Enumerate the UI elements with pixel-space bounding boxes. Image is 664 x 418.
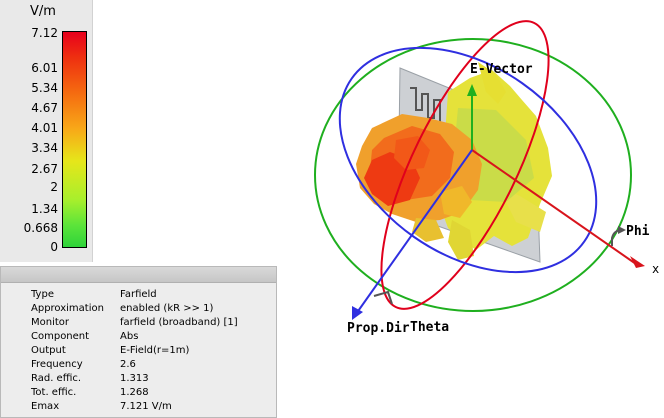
info-row: Output E-Field(r=1m) (31, 344, 238, 358)
colorbar-tick: 0 (50, 240, 58, 254)
colorbar-tick: 2 (50, 180, 58, 194)
colorbar-tick: 2.67 (31, 162, 58, 176)
info-row: Approximation enabled (kR >> 1) (31, 302, 238, 316)
theta-label: Theta (410, 320, 450, 335)
info-row: Rad. effic. 1.313 (31, 372, 238, 386)
info-value: Farfield (120, 289, 157, 300)
info-row: Frequency 2.6 (31, 358, 238, 372)
info-key: Component (31, 331, 90, 342)
colorbar-tick: 0.668 (23, 221, 58, 235)
info-key: Type (31, 289, 54, 300)
phi-marker-arrowhead (618, 226, 626, 234)
info-key: Frequency (31, 359, 83, 370)
info-key: Approximation (31, 303, 104, 314)
info-value: enabled (kR >> 1) (120, 303, 214, 314)
info-row: Type Farfield (31, 288, 238, 302)
colorbar-gradient (62, 31, 87, 248)
info-table: Type Farfield Approximation enabled (kR >>… (31, 288, 238, 414)
info-row: Component Abs (31, 330, 238, 344)
colorbar-tick: 7.12 (31, 26, 58, 40)
farfield-info-panel: Type Farfield Approximation enabled (kR >>… (0, 266, 277, 418)
colorbar-tick: 5.34 (31, 81, 58, 95)
info-value: 1.268 (120, 387, 149, 398)
info-key: Monitor (31, 317, 70, 328)
info-key: Rad. effic. (31, 373, 82, 384)
info-value: farfield (broadband) [1] (120, 317, 238, 328)
colorbar-unit: V/m (30, 4, 56, 19)
info-row: Emax 7.121 V/m (31, 400, 238, 414)
phi-label: Phi (626, 224, 650, 239)
info-value: 1.313 (120, 373, 149, 384)
colorbar-tick: 1.34 (31, 202, 58, 216)
info-row: Monitor farfield (broadband) [1] (31, 316, 238, 330)
info-key: Emax (31, 401, 60, 412)
info-row: Tot. effic. 1.268 (31, 386, 238, 400)
info-value: E-Field(r=1m) (120, 345, 190, 356)
info-key: Tot. effic. (31, 387, 77, 398)
info-value: Abs (120, 331, 139, 342)
prop-dir-label: Prop.Dir (347, 321, 410, 336)
colorbar-tick: 3.34 (31, 141, 58, 155)
info-value: 2.6 (120, 359, 136, 370)
info-key: Output (31, 345, 66, 356)
info-panel-header[interactable] (1, 267, 276, 283)
colorbar-tick: 6.01 (31, 61, 58, 75)
colorbar-panel: V/m 7.12 6.01 5.34 4.67 4.01 3.34 2.67 2… (0, 0, 93, 262)
colorbar-tick: 4.01 (31, 121, 58, 135)
colorbar-tick: 4.67 (31, 101, 58, 115)
info-value: 7.121 V/m (120, 401, 172, 412)
e-vector-label: E-Vector (470, 62, 533, 77)
x-axis-label: x (652, 262, 660, 276)
